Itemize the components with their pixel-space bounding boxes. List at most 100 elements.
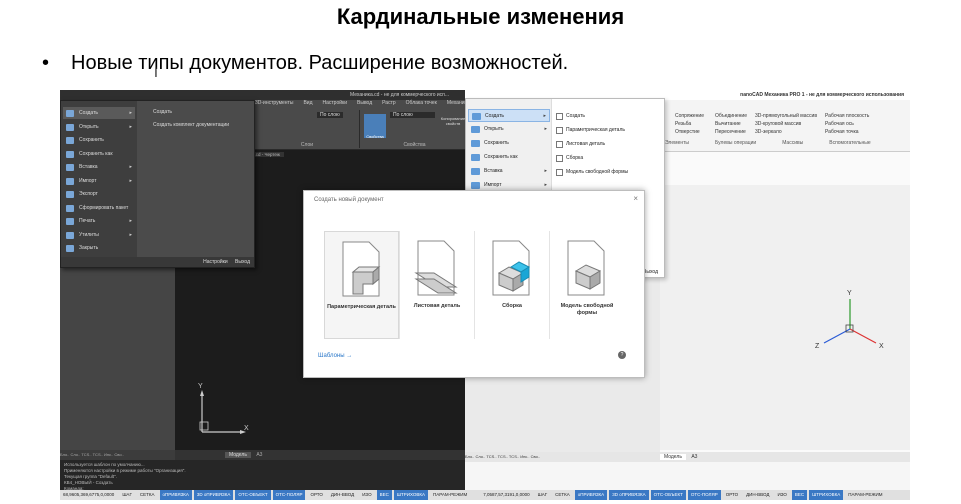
- light-submenu-item[interactable]: Сборка: [556, 155, 583, 162]
- status-toggle[interactable]: ОТС-ПОЛЯР: [272, 490, 306, 500]
- light-command-area[interactable]: [465, 462, 910, 490]
- status-toggle[interactable]: 3D оПРИВЯЗКА: [609, 490, 649, 500]
- layer-dropdown[interactable]: По слою: [317, 112, 343, 118]
- dark-file-menu-item[interactable]: Сохранить: [63, 134, 135, 146]
- exit-button[interactable]: Выход: [235, 259, 250, 265]
- ribbon-command[interactable]: Рабочая плоскость: [825, 112, 869, 120]
- status-toggle[interactable]: ОРТО: [307, 490, 325, 500]
- help-icon[interactable]: ?: [618, 351, 626, 359]
- slide-bullet: • Новые типы документов. Расширение возмо…: [42, 52, 568, 75]
- light-file-menu-item[interactable]: Сохранить: [468, 137, 550, 150]
- menubar-item[interactable]: Настройки: [322, 100, 347, 108]
- status-toggle[interactable]: ИЗО: [359, 490, 374, 500]
- status-toggle[interactable]: ИЗО: [774, 490, 789, 500]
- light-submenu-item[interactable]: Модель свободной формы: [556, 169, 628, 176]
- light-file-menu-item[interactable]: Создать ▸: [468, 109, 550, 122]
- status-toggle[interactable]: ШТРИХОВКА: [809, 490, 844, 500]
- dark-file-menu-item[interactable]: Открыть ▸: [63, 121, 135, 133]
- menubar-item[interactable]: Облака точек: [406, 100, 437, 108]
- menubar-item[interactable]: Вывод: [357, 100, 372, 108]
- copy-properties-button[interactable]: Копирование свойств: [440, 116, 466, 126]
- light-submenu-item[interactable]: Параметрическая деталь: [556, 127, 625, 134]
- dark-file-menu-item[interactable]: Сформировать пакет: [63, 202, 135, 214]
- ribbon-group-label: Элементы: [665, 140, 689, 146]
- light-file-menu-item[interactable]: Открыть ▸: [468, 123, 550, 136]
- ribbon-command[interactable]: 3D-зеркало: [755, 128, 817, 136]
- settings-button[interactable]: Настройки: [203, 259, 228, 265]
- status-toggle[interactable]: 3D оПРИВЯЗКА: [193, 490, 234, 500]
- light-model-tab[interactable]: Модель: [660, 454, 686, 460]
- ribbon-command[interactable]: Пересечение: [715, 128, 747, 136]
- layout-tab[interactable]: А3: [252, 452, 266, 458]
- light-left-tabs[interactable]: Бло.. Сло.. TCS.. TCS.. TCS.. Инс.. Сво.…: [465, 452, 660, 462]
- ribbon-command[interactable]: Сопряжение: [675, 112, 704, 120]
- dark-file-menu-item[interactable]: Экспорт: [63, 188, 135, 200]
- ribbon-command[interactable]: 3D-круговой массив: [755, 120, 817, 128]
- dark-file-menu-item[interactable]: Вставка ▸: [63, 161, 135, 173]
- templates-link[interactable]: Шаблоны →: [318, 353, 352, 359]
- file-menu-item-label: Закрыть: [79, 245, 99, 251]
- menubar-item[interactable]: Вид: [303, 100, 312, 108]
- menubar-item[interactable]: 3D-инструменты: [255, 100, 293, 108]
- status-toggle[interactable]: ДИН-ВВОД: [743, 490, 772, 500]
- sheet-part-card[interactable]: Листовая деталь: [399, 231, 474, 339]
- ribbon-command[interactable]: Вычитание: [715, 120, 747, 128]
- light-submenu-item[interactable]: Создать: [556, 113, 585, 120]
- light-file-menu-item[interactable]: Сохранить как: [468, 151, 550, 164]
- dark-submenu-create[interactable]: Создать: [141, 109, 172, 115]
- status-toggle[interactable]: ОТС-ОБЪЕКТ: [650, 490, 686, 500]
- file-menu-item-icon: [66, 204, 74, 212]
- light-submenu-item[interactable]: Листовая деталь: [556, 141, 605, 148]
- status-toggle[interactable]: СЕТКА: [137, 490, 158, 500]
- dark-file-menu-item[interactable]: Печать ▸: [63, 215, 135, 227]
- light-exit-button[interactable]: Выход: [643, 269, 658, 275]
- ribbon-command[interactable]: Резьба: [675, 120, 704, 128]
- document-icon: [556, 141, 563, 148]
- light-layout-tab[interactable]: А3: [687, 454, 701, 460]
- freeform-model-card[interactable]: Модель свободной формы: [549, 231, 624, 339]
- dark-file-menu-item[interactable]: Сохранить как: [63, 148, 135, 160]
- light-submenu-label: Параметрическая деталь: [566, 127, 625, 133]
- dialog-close-button[interactable]: ×: [633, 194, 638, 203]
- linetype-dropdown[interactable]: По слою: [390, 112, 435, 118]
- chevron-right-icon: ▸: [543, 113, 546, 119]
- status-toggle[interactable]: ОРТО: [723, 490, 741, 500]
- menubar-item[interactable]: Растр: [382, 100, 396, 108]
- status-toggle[interactable]: СЕТКА: [552, 490, 573, 500]
- status-toggle[interactable]: ОТС-ОБЪЕКТ: [235, 490, 271, 500]
- file-menu-item-label: Открыть: [79, 123, 99, 130]
- file-menu-item-label: Сохранить как: [79, 150, 113, 157]
- ribbon-command[interactable]: Рабочая ось: [825, 120, 869, 128]
- properties-button[interactable]: Свойства: [364, 114, 386, 139]
- ribbon-group-label: Булевы операции: [715, 140, 757, 146]
- assembly-card[interactable]: Сборка: [474, 231, 549, 339]
- model-tab[interactable]: Модель: [225, 452, 251, 458]
- dark-file-menu-item[interactable]: Закрыть: [63, 242, 135, 254]
- status-toggle[interactable]: оПРИВЯЗКА: [159, 490, 192, 500]
- status-toggle[interactable]: ШАГ: [535, 490, 551, 500]
- ribbon-command[interactable]: Рабочая точка: [825, 128, 869, 136]
- status-toggle[interactable]: ШТРИХОВКА: [393, 490, 428, 500]
- status-toggle[interactable]: ОТС-ПОЛЯР: [687, 490, 721, 500]
- dark-axis-y-label: Y: [198, 383, 203, 390]
- status-toggle[interactable]: ВЕС: [376, 490, 392, 500]
- ribbon-command[interactable]: 3D-прямоугольный массив: [755, 112, 817, 120]
- status-toggle[interactable]: ШАГ: [119, 490, 135, 500]
- status-toggle[interactable]: оПРИВЯЗКА: [574, 490, 608, 500]
- status-toggle[interactable]: ДИН-ВВОД: [328, 490, 357, 500]
- file-menu-item-label: Сохранить: [79, 137, 104, 143]
- dark-file-menu-item[interactable]: Создать ▸: [63, 107, 135, 119]
- ribbon-command[interactable]: Объединение: [715, 112, 747, 120]
- status-toggle[interactable]: ПАРАМ-РЕЖИМ: [430, 490, 470, 500]
- dark-submenu-create-package[interactable]: Создать комплект документации: [141, 122, 229, 128]
- dark-file-menu-item[interactable]: Утилиты ▸: [63, 229, 135, 241]
- dark-left-tabs[interactable]: Бло.. Сло.. TCS.. TCS.. Инс.. Сво..: [60, 450, 175, 460]
- command-line[interactable]: Используется шаблон по умолчанию... Приме…: [60, 460, 470, 491]
- status-toggle[interactable]: ПАРАМ-РЕЖИМ: [845, 490, 885, 500]
- status-toggle[interactable]: ВЕС: [791, 490, 808, 500]
- parametric-part-card[interactable]: Параметрическая деталь: [324, 231, 399, 339]
- ribbon-group-label: Свойства: [403, 142, 426, 148]
- dark-file-menu-item[interactable]: Импорт ▸: [63, 175, 135, 187]
- light-file-menu-item[interactable]: Вставка ▸: [468, 165, 550, 178]
- ribbon-command[interactable]: Отверстие: [675, 128, 704, 136]
